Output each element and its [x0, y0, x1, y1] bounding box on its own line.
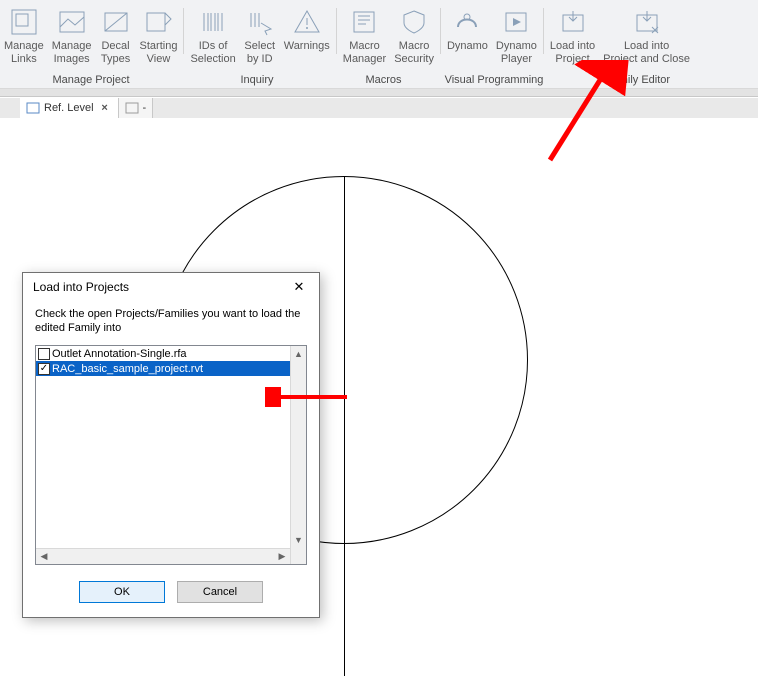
list-item[interactable]: ✓ RAC_basic_sample_project.rvt	[36, 361, 290, 376]
ids-selection-button[interactable]: IDs of Selection	[186, 4, 239, 72]
label: Dynamo Player	[496, 40, 537, 66]
horizontal-scrollbar[interactable]: ◀ ▶	[36, 548, 290, 564]
barcode-icon	[197, 6, 229, 38]
warnings-button[interactable]: Warnings	[280, 4, 334, 72]
group-label-family-editor: Family Editor	[553, 72, 723, 88]
load-into-projects-dialog: Load into Projects ✕ Check the open Proj…	[22, 272, 320, 618]
tab-label: -	[143, 102, 147, 114]
dialog-title: Load into Projects	[33, 280, 129, 294]
shield-icon	[398, 6, 430, 38]
tab-label: Ref. Level	[44, 102, 94, 114]
load-close-icon	[631, 6, 663, 38]
label: Load into Project	[550, 40, 595, 66]
select-id-icon	[244, 6, 276, 38]
label: Manage Images	[52, 40, 92, 66]
group-label: Manage Project	[0, 72, 182, 88]
starting-view-icon	[142, 6, 174, 38]
starting-view-button[interactable]: Starting View	[136, 4, 182, 72]
projects-listbox[interactable]: Outlet Annotation-Single.rfa ✓ RAC_basic…	[35, 345, 307, 565]
label: Warnings	[284, 40, 330, 53]
list-item-label: RAC_basic_sample_project.rvt	[52, 363, 203, 375]
separator	[336, 8, 337, 54]
dialog-titlebar[interactable]: Load into Projects ✕	[23, 273, 319, 301]
tab-inactive[interactable]: -	[119, 98, 154, 118]
close-button[interactable]: ✕	[285, 276, 313, 298]
label: Decal Types	[101, 40, 130, 66]
view-icon	[26, 101, 40, 115]
decal-icon	[100, 6, 132, 38]
dynamo-button[interactable]: Dynamo	[443, 4, 492, 72]
label: IDs of Selection	[190, 40, 235, 66]
load-project-icon	[557, 6, 589, 38]
ribbon: Manage Links Manage Images Decal Types S…	[0, 0, 758, 89]
dynamo-icon	[451, 6, 483, 38]
manage-links-button[interactable]: Manage Links	[0, 4, 48, 72]
vertical-scrollbar[interactable]: ▲ ▼	[290, 346, 306, 564]
tab-ref-level[interactable]: Ref. Level ×	[20, 98, 119, 118]
decal-types-button[interactable]: Decal Types	[96, 4, 136, 72]
document-tabs: Ref. Level × -	[0, 97, 758, 119]
label: Starting View	[140, 40, 178, 66]
close-icon[interactable]: ×	[98, 102, 112, 114]
scroll-left-icon[interactable]: ◀	[36, 549, 52, 564]
scroll-up-icon[interactable]: ▲	[291, 346, 306, 362]
separator	[183, 8, 184, 54]
load-into-project-button[interactable]: Load into Project	[546, 4, 599, 72]
ribbon-group-labels: Manage Project Inquiry Macros Visual Pro…	[0, 72, 758, 88]
view-icon	[125, 101, 139, 115]
manage-images-button[interactable]: Manage Images	[48, 4, 96, 72]
list-item[interactable]: Outlet Annotation-Single.rfa	[36, 346, 290, 361]
group-label: Visual Programming	[435, 72, 553, 88]
macro-security-button[interactable]: Macro Security	[390, 4, 438, 72]
link-icon	[8, 6, 40, 38]
select-by-id-button[interactable]: Select by ID	[240, 4, 280, 72]
ok-button[interactable]: OK	[79, 581, 165, 603]
group-label: Inquiry	[182, 72, 332, 88]
label: Macro Manager	[343, 40, 386, 66]
dynamo-player-icon	[500, 6, 532, 38]
separator	[543, 8, 544, 54]
label: Load into Project and Close	[603, 40, 690, 66]
warning-icon	[291, 6, 323, 38]
label: Dynamo	[447, 40, 488, 53]
macro-icon	[348, 6, 380, 38]
dialog-message: Check the open Projects/Families you wan…	[35, 307, 307, 335]
group-label: Macros	[332, 72, 435, 88]
macro-manager-button[interactable]: Macro Manager	[339, 4, 390, 72]
label: Select by ID	[244, 40, 275, 66]
label: Manage Links	[4, 40, 44, 66]
separator	[440, 8, 441, 54]
load-into-project-close-button[interactable]: Load into Project and Close	[599, 4, 694, 72]
scroll-right-icon[interactable]: ▶	[274, 549, 290, 564]
scroll-down-icon[interactable]: ▼	[291, 532, 306, 548]
checkbox[interactable]	[38, 348, 50, 360]
image-icon	[56, 6, 88, 38]
dynamo-player-button[interactable]: Dynamo Player	[492, 4, 541, 72]
checkbox[interactable]: ✓	[38, 363, 50, 375]
label: Macro Security	[394, 40, 434, 66]
cancel-button[interactable]: Cancel	[177, 581, 263, 603]
list-item-label: Outlet Annotation-Single.rfa	[52, 348, 187, 360]
